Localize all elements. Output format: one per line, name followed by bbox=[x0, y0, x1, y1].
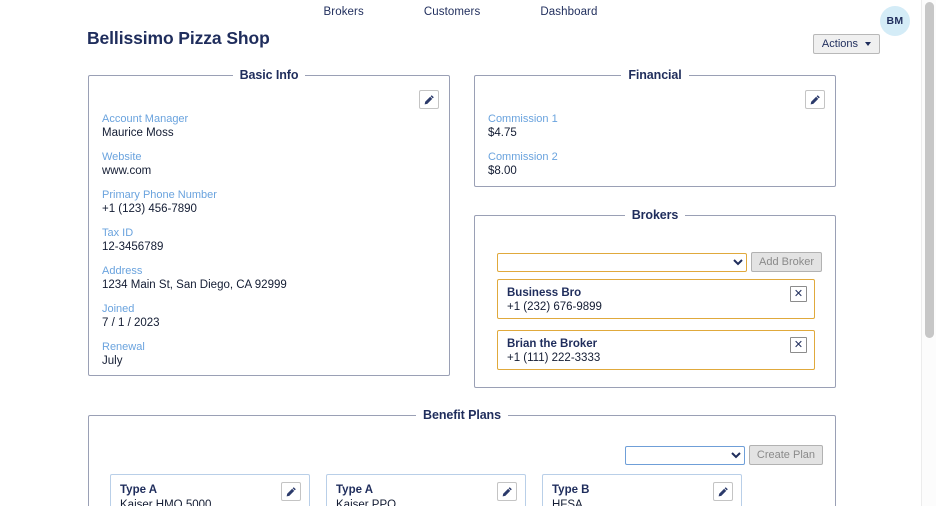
benefit-plan-card: Type B HFSA bbox=[542, 474, 742, 506]
broker-list: Business Bro +1 (232) 676-9899 ✕ Brian t… bbox=[497, 279, 815, 381]
field-label: Address bbox=[102, 265, 143, 277]
pencil-icon bbox=[810, 94, 820, 104]
field-label: Tax ID bbox=[102, 227, 134, 239]
nav-link-dashboard[interactable]: Dashboard bbox=[540, 6, 597, 18]
benefit-plan-name: HFSA bbox=[552, 499, 583, 506]
page-scroll-area: Brokers Customers Dashboard BM Bellissim… bbox=[0, 0, 921, 506]
broker-card: Brian the Broker +1 (111) 222-3333 ✕ bbox=[497, 330, 815, 370]
nav-link-customers[interactable]: Customers bbox=[424, 6, 481, 18]
broker-select[interactable] bbox=[497, 252, 747, 272]
actions-button-label: Actions bbox=[821, 38, 858, 50]
benefit-plans-toolbar: Create Plan bbox=[624, 445, 823, 465]
field-commission-1: Commission 1 $4.75 bbox=[488, 112, 558, 141]
panel-brokers: Brokers Add Broker Business Bro +1 (232)… bbox=[474, 208, 836, 388]
pencil-icon bbox=[718, 486, 728, 496]
panel-basic-info-legend: Basic Info bbox=[239, 68, 299, 82]
panel-benefit-plans-legend: Benefit Plans bbox=[423, 408, 501, 422]
field-account-manager: Account Manager Maurice Moss bbox=[102, 112, 287, 141]
field-value: 12-3456789 bbox=[102, 241, 164, 253]
field-value: Maurice Moss bbox=[102, 127, 174, 139]
edit-benefit-plan-button[interactable] bbox=[281, 482, 301, 501]
field-value: 1234 Main St, San Diego, CA 92999 bbox=[102, 279, 287, 291]
vertical-scrollbar[interactable] bbox=[921, 0, 936, 506]
field-website: Website www.com bbox=[102, 150, 287, 179]
broker-phone: +1 (111) 222-3333 bbox=[507, 352, 601, 364]
basic-info-fields: Account Manager Maurice Moss Website www… bbox=[102, 112, 287, 369]
field-value: $8.00 bbox=[488, 165, 517, 177]
create-plan-button[interactable]: Create Plan bbox=[748, 445, 823, 465]
edit-basic-info-button[interactable] bbox=[419, 90, 439, 109]
broker-toolbar: Add Broker bbox=[497, 252, 823, 272]
field-label: Renewal bbox=[102, 341, 145, 353]
field-label: Primary Phone Number bbox=[102, 189, 217, 201]
page-title: Bellissimo Pizza Shop bbox=[87, 28, 270, 48]
remove-broker-button[interactable]: ✕ bbox=[790, 286, 807, 302]
field-primary-phone-number: Primary Phone Number +1 (123) 456-7890 bbox=[102, 188, 287, 217]
benefit-plan-name: Kaiser PPO bbox=[336, 499, 397, 506]
field-address: Address 1234 Main St, San Diego, CA 9299… bbox=[102, 264, 287, 293]
field-label: Commission 1 bbox=[488, 113, 558, 125]
broker-name: Business Bro bbox=[507, 287, 582, 299]
edit-benefit-plan-button[interactable] bbox=[497, 482, 517, 501]
benefit-plan-name: Kaiser HMO 5000 bbox=[120, 499, 212, 506]
field-value: July bbox=[102, 355, 123, 367]
top-navigation: Brokers Customers Dashboard bbox=[0, 0, 921, 24]
panel-basic-info: Basic Info Account Manager Maurice Moss … bbox=[88, 68, 450, 376]
pencil-icon bbox=[286, 486, 296, 496]
pencil-icon bbox=[424, 94, 434, 104]
broker-name: Brian the Broker bbox=[507, 338, 598, 350]
chevron-down-icon bbox=[865, 42, 871, 46]
field-commission-2: Commission 2 $8.00 bbox=[488, 150, 558, 179]
benefit-plan-type: Type A bbox=[120, 484, 158, 496]
field-joined: Joined 7 / 1 / 2023 bbox=[102, 302, 287, 331]
field-value: 7 / 1 / 2023 bbox=[102, 317, 160, 329]
benefit-plan-card: Type A Kaiser HMO 5000 bbox=[110, 474, 310, 506]
field-label: Website bbox=[102, 151, 142, 163]
page-header: Bellissimo Pizza Shop Actions bbox=[0, 28, 921, 56]
field-label: Account Manager bbox=[102, 113, 189, 125]
field-renewal: Renewal July bbox=[102, 340, 287, 369]
field-value: +1 (123) 456-7890 bbox=[102, 203, 197, 215]
benefit-plan-type: Type B bbox=[552, 484, 590, 496]
actions-button[interactable]: Actions bbox=[812, 34, 880, 54]
add-broker-button[interactable]: Add Broker bbox=[751, 252, 823, 272]
broker-card: Business Bro +1 (232) 676-9899 ✕ bbox=[497, 279, 815, 319]
panel-benefit-plans: Benefit Plans Create Plan Type A Kaiser … bbox=[88, 408, 836, 506]
panel-financial: Financial Commission 1 $4.75 Commission … bbox=[474, 68, 836, 187]
field-label: Commission 2 bbox=[488, 151, 558, 163]
remove-broker-button[interactable]: ✕ bbox=[790, 337, 807, 353]
app-viewport: Brokers Customers Dashboard BM Bellissim… bbox=[0, 0, 936, 506]
panel-financial-legend: Financial bbox=[628, 68, 682, 82]
edit-benefit-plan-button[interactable] bbox=[713, 482, 733, 501]
field-value: $4.75 bbox=[488, 127, 517, 139]
field-tax-id: Tax ID 12-3456789 bbox=[102, 226, 287, 255]
benefit-plan-list: Type A Kaiser HMO 5000 Type A Kaiser PPO bbox=[110, 474, 742, 506]
field-value: www.com bbox=[102, 165, 152, 177]
nav-link-brokers[interactable]: Brokers bbox=[324, 6, 364, 18]
scrollbar-thumb[interactable] bbox=[925, 2, 934, 338]
financial-fields: Commission 1 $4.75 Commission 2 $8.00 bbox=[488, 112, 558, 179]
pencil-icon bbox=[502, 486, 512, 496]
panel-brokers-legend: Brokers bbox=[631, 208, 679, 222]
edit-financial-button[interactable] bbox=[805, 90, 825, 109]
benefit-plan-type: Type A bbox=[336, 484, 374, 496]
field-label: Joined bbox=[102, 303, 135, 315]
benefit-plan-card: Type A Kaiser PPO bbox=[326, 474, 526, 506]
broker-phone: +1 (232) 676-9899 bbox=[507, 301, 602, 313]
benefit-plan-select[interactable] bbox=[624, 445, 745, 465]
